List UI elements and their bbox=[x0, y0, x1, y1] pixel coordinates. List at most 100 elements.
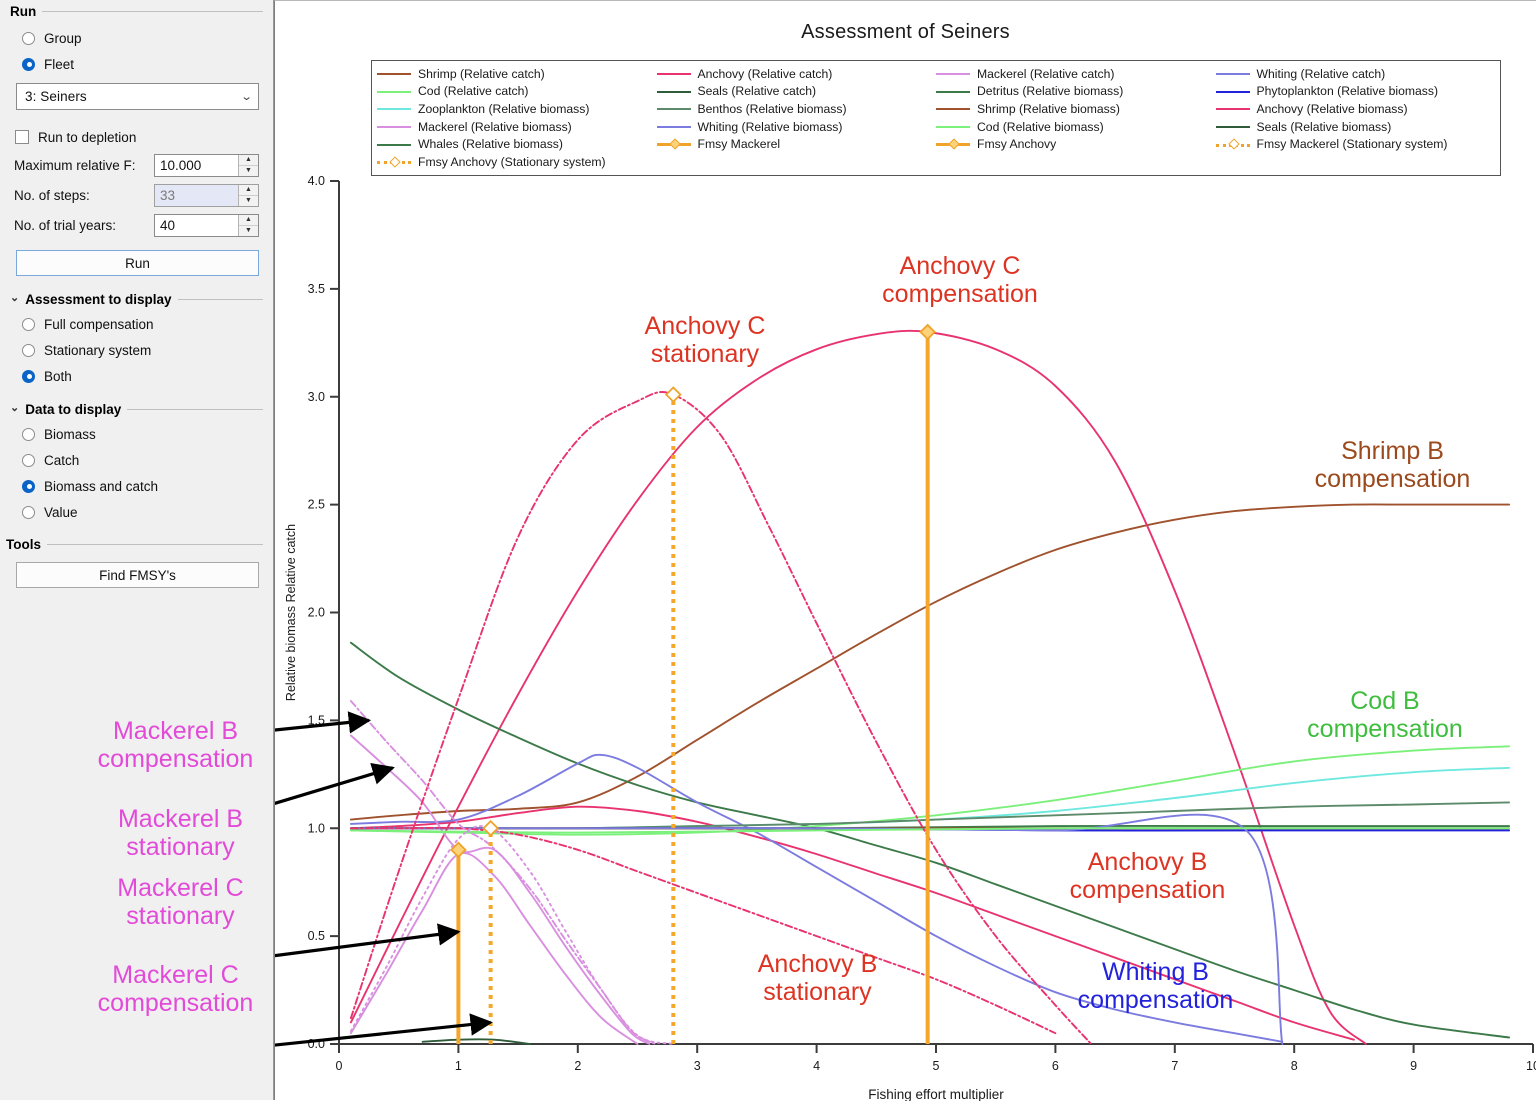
annotation-mackerel-b-stationary: Mackerel B stationary bbox=[88, 805, 273, 861]
radio-label-both: Both bbox=[44, 368, 72, 384]
annotation-whiting-b-compensation: Whiting B compensation bbox=[1048, 958, 1263, 1014]
svg-text:6: 6 bbox=[1052, 1059, 1059, 1073]
radio-biomass-and-catch[interactable]: Biomass and catch bbox=[0, 473, 273, 499]
annotation-leader-arrow bbox=[275, 923, 461, 958]
tools-group-title: Tools bbox=[6, 537, 263, 552]
annotation-text: Shrimp B compensation bbox=[1314, 437, 1471, 493]
chevron-down-icon[interactable]: ⌄ bbox=[10, 293, 19, 304]
stepper-down-icon[interactable]: ▼ bbox=[239, 226, 258, 236]
data-group-title[interactable]: ⌄ Data to display bbox=[10, 402, 263, 417]
stepper-buttons[interactable]: ▲ ▼ bbox=[238, 214, 258, 236]
radio-fleet[interactable]: Fleet bbox=[0, 51, 273, 77]
radio-icon[interactable] bbox=[22, 505, 35, 519]
svg-text:10: 10 bbox=[1526, 1059, 1536, 1073]
annotation-text: Whiting B compensation bbox=[1077, 958, 1234, 1014]
annotation-mackerel-b-compensation: Mackerel B compensation bbox=[78, 717, 273, 773]
series-line bbox=[349, 700, 657, 1045]
radio-icon-selected[interactable] bbox=[22, 479, 35, 493]
divider bbox=[42, 11, 263, 12]
annotation-text: Cod B compensation bbox=[1307, 687, 1463, 743]
find-fmsy-button[interactable]: Find FMSY's bbox=[16, 562, 259, 588]
radio-label-group: Group bbox=[44, 30, 82, 46]
checkbox-icon[interactable] bbox=[15, 130, 29, 144]
radio-icon[interactable] bbox=[22, 31, 35, 45]
radio-value[interactable]: Value bbox=[0, 499, 273, 525]
radio-full-compensation[interactable]: Full compensation bbox=[0, 311, 273, 337]
run-group-label: Run bbox=[10, 4, 37, 19]
series-line bbox=[349, 851, 639, 1045]
no-of-steps-value: 33 bbox=[160, 187, 176, 203]
stepper-up-icon[interactable]: ▲ bbox=[239, 215, 258, 226]
no-of-steps-row: No. of steps: 33 ▲ ▼ bbox=[0, 180, 273, 210]
svg-text:0: 0 bbox=[336, 1059, 343, 1073]
divider bbox=[177, 299, 263, 300]
fmsy-marker-diamond bbox=[664, 386, 682, 403]
annotation-cod-b-compensation: Cod B compensation bbox=[1275, 687, 1495, 743]
radio-catch[interactable]: Catch bbox=[0, 447, 273, 473]
radio-label-biomass-and-catch: Biomass and catch bbox=[44, 478, 159, 494]
svg-text:0.5: 0.5 bbox=[308, 929, 325, 943]
control-sidebar: Run Group Fleet 3: Seiners ⌄ Run to depl… bbox=[0, 0, 274, 1100]
radio-label-value: Value bbox=[44, 504, 78, 520]
radio-biomass[interactable]: Biomass bbox=[0, 421, 273, 447]
chevron-down-icon[interactable]: ⌄ bbox=[10, 403, 19, 414]
radio-icon[interactable] bbox=[22, 343, 35, 357]
no-of-trial-years-stepper[interactable]: 40 ▲ ▼ bbox=[154, 213, 259, 237]
annotation-text: Mackerel B compensation bbox=[97, 717, 254, 773]
tools-group-label: Tools bbox=[6, 537, 41, 552]
radio-label-stationary-system: Stationary system bbox=[44, 342, 152, 358]
radio-icon-selected[interactable] bbox=[22, 369, 35, 383]
svg-text:1.0: 1.0 bbox=[308, 821, 325, 835]
chart-panel: Assessment of Seiners Shrimp (Relative c… bbox=[274, 0, 1536, 1101]
annotation-mackerel-c-compensation: Mackerel C compensation bbox=[78, 961, 273, 1017]
fleet-select[interactable]: 3: Seiners ⌄ bbox=[16, 83, 259, 110]
annotation-text: Anchovy B stationary bbox=[757, 950, 878, 1006]
assessment-group-title[interactable]: ⌄ Assessment to display bbox=[10, 292, 263, 307]
data-group: ⌄ Data to display bbox=[0, 389, 273, 417]
radio-label-fleet: Fleet bbox=[44, 56, 75, 72]
stepper-buttons: ▲ ▼ bbox=[238, 184, 258, 206]
stepper-up-icon[interactable]: ▲ bbox=[239, 155, 258, 166]
svg-text:9: 9 bbox=[1410, 1059, 1417, 1073]
svg-text:2: 2 bbox=[574, 1059, 581, 1073]
max-relative-f-label: Maximum relative F: bbox=[14, 157, 136, 173]
svg-text:Fishing effort multiplier: Fishing effort multiplier bbox=[868, 1087, 1004, 1101]
series-line bbox=[349, 745, 1511, 836]
chevron-down-icon[interactable]: ⌄ bbox=[240, 90, 252, 103]
run-to-depletion-label: Run to depletion bbox=[38, 129, 137, 145]
stepper-down-icon[interactable]: ▼ bbox=[239, 166, 258, 176]
series-line bbox=[349, 503, 1511, 821]
run-button[interactable]: Run bbox=[16, 250, 259, 276]
run-to-depletion-checkbox[interactable]: Run to depletion bbox=[0, 124, 273, 150]
svg-text:5: 5 bbox=[933, 1059, 940, 1073]
max-relative-f-value[interactable]: 10.000 bbox=[155, 155, 238, 176]
series-line bbox=[349, 734, 651, 1045]
fmsy-marker-diamond bbox=[919, 323, 936, 341]
max-relative-f-stepper[interactable]: 10.000 ▲ ▼ bbox=[154, 153, 259, 177]
radio-stationary-system[interactable]: Stationary system bbox=[0, 337, 273, 363]
radio-icon-selected[interactable] bbox=[22, 57, 35, 71]
radio-label-biomass: Biomass bbox=[44, 426, 96, 442]
svg-text:3.0: 3.0 bbox=[308, 390, 325, 404]
radio-icon[interactable] bbox=[22, 317, 35, 331]
no-of-trial-years-row: No. of trial years: 40 ▲ ▼ bbox=[0, 210, 273, 240]
svg-text:4: 4 bbox=[813, 1059, 820, 1073]
radio-both[interactable]: Both bbox=[0, 363, 273, 389]
no-of-trial-years-value[interactable]: 40 bbox=[155, 215, 238, 236]
stepper-down-icon: ▼ bbox=[245, 197, 252, 204]
annotation-text: Mackerel C stationary bbox=[117, 874, 244, 930]
run-group-title: Run bbox=[10, 4, 263, 19]
annotation-anchovy-b-stationary: Anchovy B stationary bbox=[715, 950, 920, 1006]
radio-group[interactable]: Group bbox=[0, 25, 273, 51]
annotation-anchovy-c-compensation: Anchovy C compensation bbox=[845, 252, 1075, 308]
annotation-anchovy-c-stationary: Anchovy C stationary bbox=[605, 312, 805, 368]
no-of-steps-label: No. of steps: bbox=[14, 187, 90, 203]
stepper-buttons[interactable]: ▲ ▼ bbox=[238, 154, 258, 176]
radio-label-catch: Catch bbox=[44, 452, 80, 468]
series-line bbox=[349, 329, 1367, 1045]
series-line bbox=[349, 825, 675, 1045]
tools-group: Tools bbox=[0, 525, 273, 552]
annotation-text: Mackerel C compensation bbox=[97, 961, 254, 1017]
radio-icon[interactable] bbox=[22, 427, 35, 441]
radio-icon[interactable] bbox=[22, 453, 35, 467]
